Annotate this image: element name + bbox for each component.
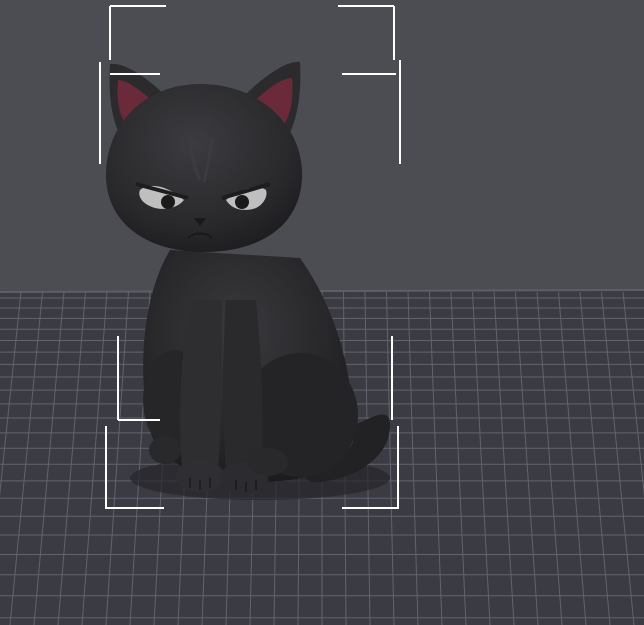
3d-viewport[interactable] [0, 0, 644, 625]
